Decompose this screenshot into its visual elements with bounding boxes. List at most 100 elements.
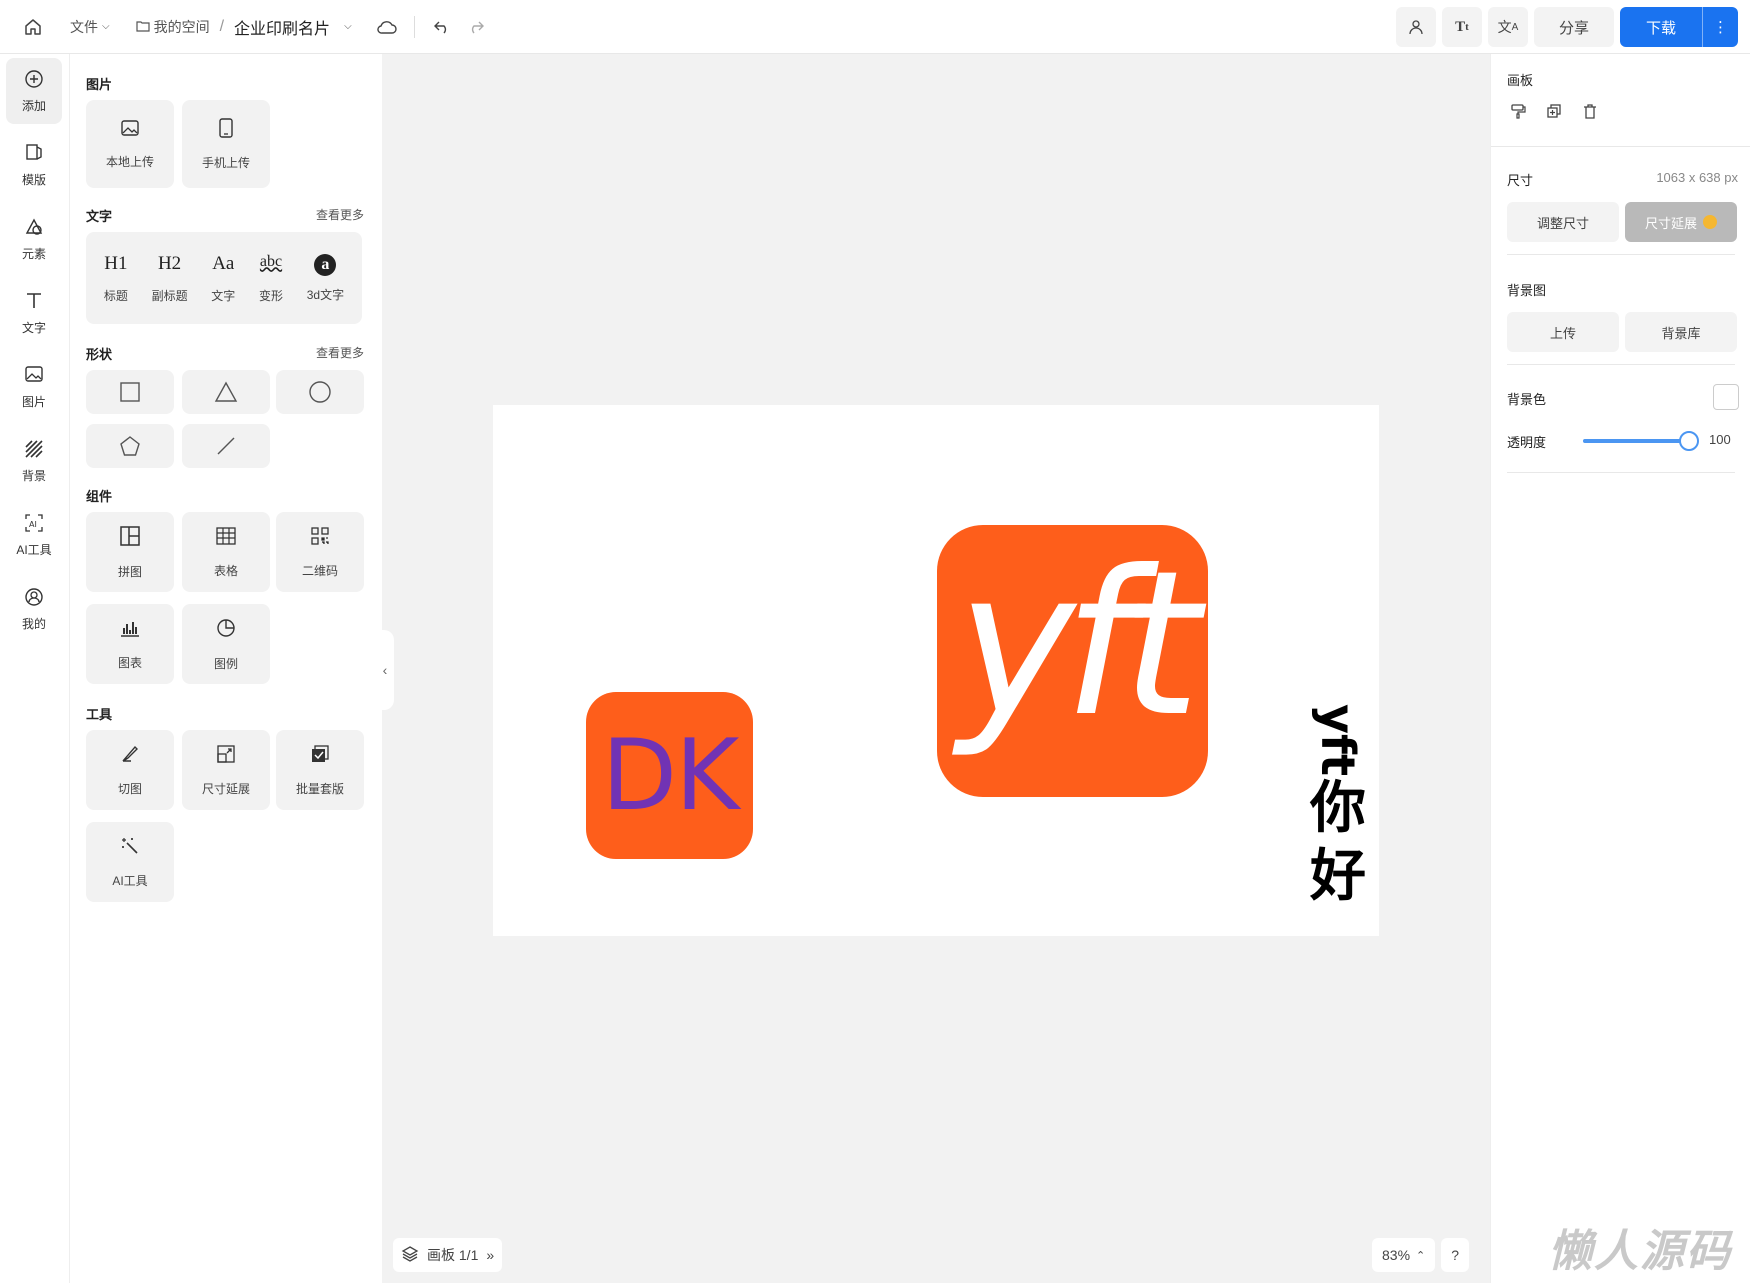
collage-button[interactable]: 拼图 bbox=[86, 512, 174, 592]
rail-item-ai-tools[interactable]: AI AI工具 bbox=[6, 502, 62, 568]
ai-tool-button[interactable]: AI工具 bbox=[86, 822, 174, 902]
tile-label: 本地上传 bbox=[105, 154, 154, 169]
qrcode-button[interactable]: 二维码 bbox=[276, 512, 364, 592]
magic-wand-icon bbox=[120, 836, 140, 862]
user-icon[interactable] bbox=[1396, 7, 1436, 47]
rail-item-image[interactable]: 图片 bbox=[6, 354, 62, 420]
opacity-slider-handle[interactable] bbox=[1679, 431, 1699, 451]
tile-label: 表格 bbox=[213, 563, 238, 578]
text-style-label: 文字 bbox=[211, 288, 236, 303]
rail-item-text[interactable]: 文字 bbox=[6, 280, 62, 346]
opacity-slider-track[interactable] bbox=[1583, 431, 1699, 451]
cloud-sync-icon[interactable] bbox=[370, 10, 404, 44]
mobile-upload-button[interactable]: 手机上传 bbox=[182, 100, 270, 188]
text-icon bbox=[25, 291, 43, 313]
bg-color-label: 背景色 bbox=[1507, 392, 1547, 407]
square-icon bbox=[120, 382, 140, 402]
chevron-left-icon: ‹ bbox=[382, 662, 388, 678]
bg-color-swatch[interactable] bbox=[1713, 384, 1739, 410]
section-title-shapes: 形状 bbox=[86, 347, 113, 362]
bg-library-button[interactable]: 背景库 bbox=[1625, 312, 1737, 352]
upload-bg-button[interactable]: 上传 bbox=[1507, 312, 1619, 352]
shape-line[interactable] bbox=[182, 424, 270, 468]
redo-icon[interactable] bbox=[459, 10, 493, 44]
bar-chart-icon bbox=[119, 618, 141, 644]
divider bbox=[1507, 472, 1735, 473]
download-label: 下载 bbox=[1645, 19, 1676, 37]
text-style-subtitle[interactable]: H2 副标题 bbox=[152, 253, 188, 304]
rail-item-add[interactable]: 添加 bbox=[6, 58, 62, 124]
undo-icon[interactable] bbox=[425, 10, 459, 44]
zoom-value: 83% bbox=[1382, 1247, 1411, 1263]
hatch-icon bbox=[24, 439, 44, 461]
my-space-label: 我的空间 bbox=[153, 18, 210, 35]
more-vertical-icon[interactable]: ⋮ bbox=[1702, 7, 1738, 47]
3d-text-icon: a bbox=[314, 253, 337, 276]
tile-label: AI工具 bbox=[112, 873, 148, 888]
doc-title-dropdown[interactable]: 企业印刷名片 ⌵ bbox=[234, 15, 352, 39]
artboard-panel-title: 画板 bbox=[1507, 73, 1534, 88]
artboard-actions bbox=[1507, 100, 1601, 122]
trash-icon[interactable] bbox=[1579, 100, 1601, 122]
format-painter-icon[interactable] bbox=[1507, 100, 1529, 122]
download-button[interactable]: 下载 ⋮ bbox=[1620, 7, 1738, 47]
layers-control[interactable]: 画板 1/1 » bbox=[393, 1238, 503, 1272]
shape-triangle[interactable] bbox=[182, 370, 270, 414]
size-extend-button[interactable]: 尺寸延展 bbox=[1625, 202, 1737, 242]
text-style-warp[interactable]: abc 变形 bbox=[259, 253, 283, 304]
shape-pentagon[interactable] bbox=[86, 424, 174, 468]
tile-label: 图表 bbox=[117, 655, 142, 670]
slice-tool-button[interactable]: 切图 bbox=[86, 730, 174, 810]
folder-icon bbox=[135, 19, 150, 35]
shapes-more-link[interactable]: 查看更多 bbox=[316, 344, 364, 361]
svg-text:AI: AI bbox=[29, 520, 37, 529]
rail-item-template[interactable]: 模版 bbox=[6, 132, 62, 198]
rail-item-mine[interactable]: 我的 bbox=[6, 576, 62, 642]
text-style-title[interactable]: H1 标题 bbox=[104, 253, 128, 304]
text-style-label: 副标题 bbox=[151, 288, 188, 303]
text-style-body[interactable]: Aa 文字 bbox=[211, 253, 235, 304]
h1-icon: H1 bbox=[104, 252, 128, 274]
section-title-images: 图片 bbox=[86, 77, 113, 92]
rail-item-background[interactable]: 背景 bbox=[6, 428, 62, 494]
shape-circle[interactable] bbox=[276, 370, 364, 414]
rail-item-elements[interactable]: 元素 bbox=[6, 206, 62, 272]
file-menu[interactable]: 文件 ⌵ bbox=[70, 17, 110, 37]
artboard[interactable]: DK yft yft 你 好 bbox=[493, 405, 1379, 936]
shapes-icon bbox=[24, 217, 44, 239]
size-extend-tool-button[interactable]: 尺寸延展 bbox=[182, 730, 270, 810]
breadcrumb-my-space[interactable]: 我的空间 bbox=[135, 17, 210, 37]
duplicate-icon[interactable] bbox=[1543, 100, 1565, 122]
pentagon-icon bbox=[120, 436, 140, 456]
shape-rectangle[interactable] bbox=[86, 370, 174, 414]
share-button[interactable]: 分享 bbox=[1534, 7, 1614, 47]
chevron-up-icon: ⌃ bbox=[1416, 1249, 1426, 1262]
zoom-controls: 83% ⌃ ? bbox=[1372, 1238, 1470, 1272]
legend-button[interactable]: 图例 bbox=[182, 604, 270, 684]
rail-label: 背景 bbox=[21, 468, 46, 483]
bg-image-label: 背景图 bbox=[1507, 283, 1547, 298]
chart-button[interactable]: 图表 bbox=[86, 604, 174, 684]
translate-icon[interactable]: 文A bbox=[1488, 7, 1528, 47]
local-upload-button[interactable]: 本地上传 bbox=[86, 100, 174, 188]
font-size-icon[interactable]: Tt bbox=[1442, 7, 1482, 47]
template-icon bbox=[25, 143, 43, 165]
logo-dk[interactable]: DK bbox=[586, 692, 753, 859]
zoom-dropdown[interactable]: 83% ⌃ bbox=[1372, 1238, 1436, 1272]
batch-template-tool-button[interactable]: 批量套版 bbox=[276, 730, 364, 810]
logo-yft[interactable]: yft bbox=[937, 525, 1208, 797]
opacity-value: 100 bbox=[1709, 432, 1731, 447]
rail-label: AI工具 bbox=[16, 542, 52, 557]
table-icon bbox=[215, 526, 237, 552]
rail-label: 元素 bbox=[21, 246, 46, 261]
resize-button[interactable]: 调整尺寸 bbox=[1507, 202, 1619, 242]
rail-label: 文字 bbox=[21, 320, 46, 335]
resize-icon bbox=[216, 744, 236, 770]
home-icon[interactable] bbox=[16, 10, 50, 44]
table-button[interactable]: 表格 bbox=[182, 512, 270, 592]
vertical-text[interactable]: yft 你 好 bbox=[1303, 695, 1373, 935]
text-style-3d[interactable]: a 3d文字 bbox=[307, 253, 344, 303]
collapse-panel-handle[interactable]: ‹ bbox=[376, 630, 394, 710]
help-button[interactable]: ? bbox=[1441, 1238, 1470, 1272]
text-more-link[interactable]: 查看更多 bbox=[316, 206, 364, 223]
